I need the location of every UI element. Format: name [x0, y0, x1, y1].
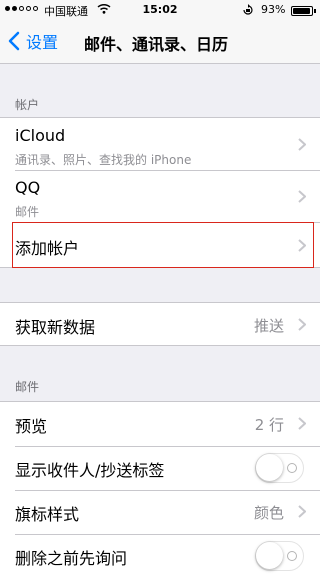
account-label: QQ: [15, 178, 41, 197]
chevron-left-icon: [8, 31, 20, 51]
row-separator: [15, 490, 320, 491]
battery-icon: [291, 6, 316, 16]
section-header-mail: 邮件: [15, 380, 40, 394]
account-sub: 邮件: [15, 205, 40, 219]
fetch-label: 获取新数据: [15, 318, 96, 337]
show-to-cc-row: 显示收件人/抄送标签: [0, 446, 320, 490]
mail-group: 预览 2 行 显示收件人/抄送标签 旗标样式 颜色 删除之前先询问: [0, 401, 320, 581]
chevron-right-icon: [298, 138, 306, 151]
add-account-label: 添加帐户: [15, 239, 80, 258]
back-button[interactable]: 设置: [8, 29, 58, 53]
toggle-off-icon: [287, 463, 297, 473]
chevron-right-icon: [298, 417, 306, 430]
toggle-off-icon: [287, 551, 297, 561]
flag-style-value: 颜色: [253, 504, 284, 522]
navigation-bar: 设置 邮件、通讯录、日历: [0, 20, 320, 64]
ask-before-delete-label: 删除之前先询问: [15, 549, 128, 568]
page-title: 邮件、通讯录、日历: [84, 35, 229, 54]
fetch-value: 推送: [253, 317, 284, 335]
flag-style-row[interactable]: 旗标样式 颜色: [0, 490, 320, 534]
account-label: iCloud: [15, 126, 66, 145]
account-qq[interactable]: QQ 邮件: [0, 170, 320, 222]
show-to-cc-toggle[interactable]: [255, 453, 304, 483]
chevron-right-icon: [298, 505, 306, 518]
chevron-right-icon: [298, 318, 306, 331]
preview-row[interactable]: 预览 2 行: [0, 402, 320, 446]
ask-before-delete-row: 删除之前先询问: [0, 534, 320, 578]
toggle-knob: [256, 454, 283, 481]
preview-label: 预览: [15, 417, 48, 436]
row-separator: [15, 534, 320, 535]
chevron-right-icon: [298, 239, 306, 252]
chevron-right-icon: [298, 190, 306, 203]
battery-percent: 93%: [261, 3, 286, 16]
back-label: 设置: [26, 33, 59, 52]
section-header-accounts: 帐户: [15, 98, 40, 112]
add-account-button[interactable]: 添加帐户: [0, 222, 320, 268]
account-sub: 通讯录、照片、查找我的 iPhone: [15, 153, 192, 167]
row-separator: [15, 446, 320, 447]
show-to-cc-label: 显示收件人/抄送标签: [15, 461, 165, 480]
flag-style-label: 旗标样式: [15, 505, 80, 524]
account-icloud[interactable]: iCloud 通讯录、照片、查找我的 iPhone: [0, 118, 320, 170]
fetch-group: 获取新数据 推送: [0, 302, 320, 346]
fetch-new-data-row[interactable]: 获取新数据 推送: [0, 303, 320, 346]
accounts-group: iCloud 通讯录、照片、查找我的 iPhone QQ 邮件 添加帐户: [0, 117, 320, 268]
row-separator: [15, 170, 320, 171]
rotation-lock-icon: [242, 4, 254, 19]
preview-value: 2 行: [254, 416, 284, 434]
status-bar: 中国联通 15:02 93%: [0, 0, 320, 20]
row-separator: [15, 222, 320, 223]
toggle-knob: [256, 542, 283, 569]
ask-before-delete-toggle[interactable]: [255, 541, 304, 571]
